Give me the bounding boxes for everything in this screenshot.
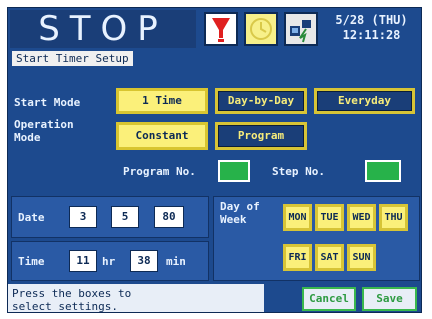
time-hour-unit: hr (102, 255, 116, 268)
start-mode-label: Start Mode (14, 96, 81, 109)
day-sat-button[interactable]: SAT (315, 244, 344, 271)
start-mode-everyday-button[interactable]: Everyday (314, 88, 415, 114)
time-label: Time (18, 255, 45, 268)
step-no-label: Step No. (272, 165, 325, 178)
operation-mode-constant-button[interactable]: Constant (116, 122, 208, 150)
operation-mode-label-line1: Operation (14, 118, 74, 131)
day-of-week-label-line1: Day of (220, 200, 260, 213)
start-mode-1-time-button[interactable]: 1 Time (116, 88, 208, 114)
day-tue-button[interactable]: TUE (315, 204, 344, 231)
day-of-week-label: Day of Week (220, 200, 260, 226)
time-readout: 12:11:28 (342, 28, 401, 42)
operation-mode-label-line2: Mode (14, 131, 41, 144)
step-no-field[interactable] (365, 160, 401, 182)
time-minute-box[interactable]: 38 (130, 250, 158, 272)
footer-message-line2: select settings. (12, 300, 118, 313)
day-sun-button[interactable]: SUN (347, 244, 376, 271)
date-year-box[interactable]: 80 (154, 206, 184, 228)
operation-mode-program-button[interactable]: Program (215, 122, 307, 150)
start-mode-day-by-day-button[interactable]: Day-by-Day (215, 88, 307, 114)
day-fri-button[interactable]: FRI (283, 244, 312, 271)
date-day-box[interactable]: 5 (111, 206, 139, 228)
day-wed-button[interactable]: WED (347, 204, 376, 231)
date-label: Date (18, 211, 45, 224)
touch-screen: STOP 5/28 (THU) 12:11:28 Start Timer Set… (7, 7, 422, 313)
alarm-icon[interactable] (204, 12, 238, 46)
date-month-box[interactable]: 3 (69, 206, 97, 228)
save-button[interactable]: Save (362, 287, 417, 311)
day-mon-button[interactable]: MON (283, 204, 312, 231)
program-no-field[interactable] (218, 160, 250, 182)
day-of-week-label-line2: Week (220, 213, 247, 226)
program-no-label: Program No. (123, 165, 196, 178)
time-minute-unit: min (166, 255, 186, 268)
date-time-readout: 5/28 (THU) 12:11:28 (324, 13, 419, 43)
date-readout: 5/28 (THU) (335, 13, 408, 27)
footer-message-line1: Press the boxes to (12, 287, 132, 300)
footer-message: Press the boxes to select settings. (8, 284, 264, 313)
clock-icon[interactable] (244, 12, 278, 46)
network-icon[interactable] (284, 12, 318, 46)
day-thu-button[interactable]: THU (379, 204, 408, 231)
status-title: STOP (10, 10, 196, 48)
time-hour-box[interactable]: 11 (69, 250, 97, 272)
operation-mode-label: Operation Mode (14, 118, 74, 144)
cancel-button[interactable]: Cancel (302, 287, 356, 311)
section-title: Start Timer Setup (12, 51, 133, 66)
